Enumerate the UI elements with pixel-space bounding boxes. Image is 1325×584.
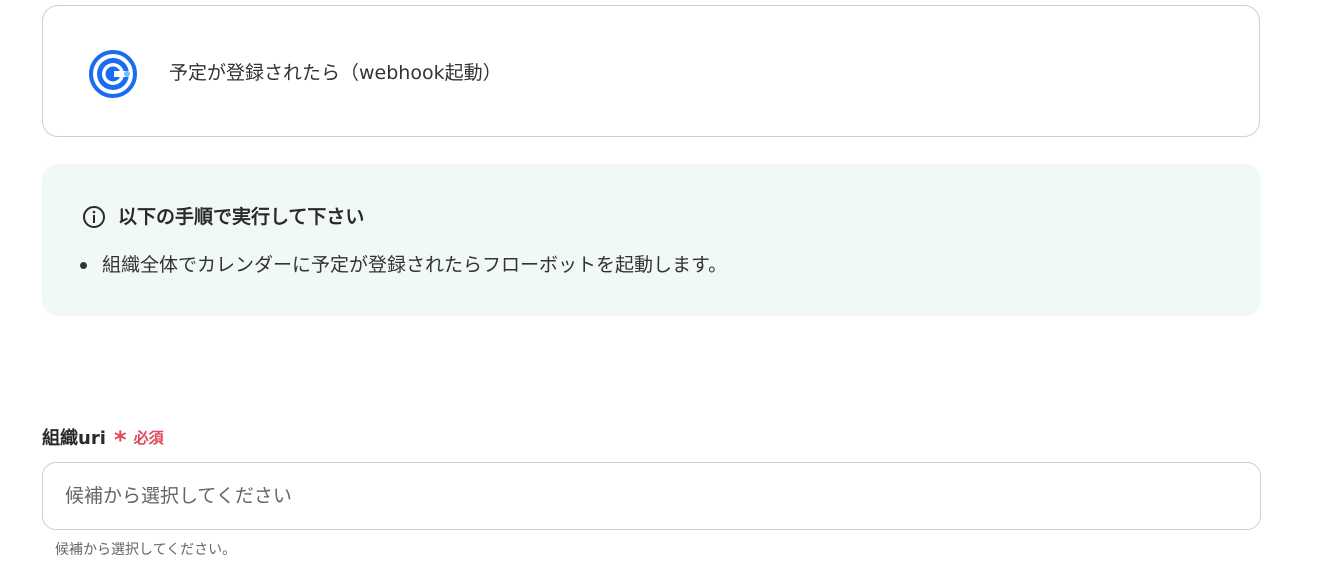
list-item-text: 組織全体でカレンダーに予定が登録されたらフローボットを起動します。 [102,254,728,276]
info-circle-icon [83,206,105,228]
required-asterisk: * [113,426,127,454]
instructions-title: 以下の手順で実行して下さい [118,206,365,228]
field-label: 組織uri [42,428,106,449]
field-help-text: 候補から選択してください。 [55,542,237,558]
bullet-icon [80,262,87,269]
trigger-label: 予定が登録されたら（webhook起動） [169,62,502,84]
select-placeholder: 候補から選択してください [65,485,292,507]
instructions-box: 以下の手順で実行して下さい 組織全体でカレンダーに予定が登録されたらフローボット… [42,164,1261,316]
instructions-list: 組織全体でカレンダーに予定が登録されたらフローボットを起動します。 [77,252,727,278]
field-label-row: 組織uri * 必須 [42,423,164,454]
required-badge: 必須 [133,428,164,447]
list-item: 組織全体でカレンダーに予定が登録されたらフローボットを起動します。 [77,252,727,278]
calendly-logo-icon [89,50,137,98]
trigger-card[interactable]: 予定が登録されたら（webhook起動） [42,5,1260,137]
organization-uri-select[interactable]: 候補から選択してください [42,462,1261,530]
